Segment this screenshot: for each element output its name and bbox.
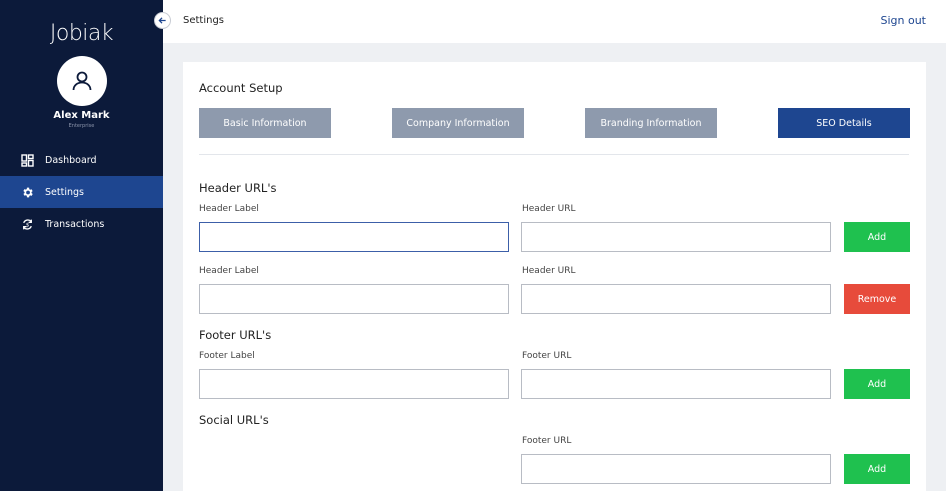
header-url-input[interactable] [521,222,831,252]
user-name: Alex Mark [53,110,110,121]
sidebar-collapse-button[interactable] [154,12,171,29]
header-url-input[interactable] [521,284,831,314]
sidebar-item-transactions[interactable]: $ Transactions [0,208,163,240]
avatar[interactable] [57,56,107,106]
header-label-input[interactable] [199,284,509,314]
app-logo[interactable]: Jobiak [0,21,163,46]
divider [199,154,909,155]
sidebar-item-label: Settings [45,186,84,198]
social-urls-heading: Social URL's [199,413,269,427]
sidebar-item-label: Dashboard [45,154,97,166]
footer-label-caption: Footer Label [199,351,255,361]
sidebar: Jobiak Alex Mark Enterprise Dashboard Se… [0,0,163,491]
topbar: Settings Sign out [163,0,946,43]
remove-header-url-button[interactable]: Remove [844,284,910,314]
user-role: Enterprise [68,123,95,129]
header-url-caption: Header URL [522,266,576,276]
social-url-input[interactable] [521,454,831,484]
header-label-caption: Header Label [199,204,259,214]
header-url-caption: Header URL [522,204,576,214]
arrow-left-icon [158,17,166,24]
footer-url-caption: Footer URL [522,351,572,361]
add-social-url-button[interactable]: Add [844,454,910,484]
transactions-icon: $ [20,217,34,231]
header-label-input[interactable] [199,222,509,252]
sidebar-item-label: Transactions [45,218,105,230]
sidebar-nav: Dashboard Settings $ Transactions [0,144,163,240]
user-icon [72,71,92,91]
dashboard-icon [20,153,34,167]
sidebar-item-dashboard[interactable]: Dashboard [0,144,163,176]
tab-basic-information[interactable]: Basic Information [199,108,331,138]
tab-company-information[interactable]: Company Information [392,108,524,138]
footer-urls-heading: Footer URL's [199,328,272,342]
social-url-caption: Footer URL [522,436,572,446]
sign-out-link[interactable]: Sign out [880,14,926,27]
header-urls-heading: Header URL's [199,181,277,195]
page-title: Settings [183,15,225,26]
tab-seo-details[interactable]: SEO Details [778,108,910,138]
add-header-url-button[interactable]: Add [844,222,910,252]
account-setup-title: Account Setup [199,81,283,95]
sidebar-item-settings[interactable]: Settings [0,176,163,208]
settings-card: Account Setup Basic Information Company … [183,62,926,491]
footer-url-input[interactable] [521,369,831,399]
footer-label-input[interactable] [199,369,509,399]
gear-icon [20,185,34,199]
add-footer-url-button[interactable]: Add [844,369,910,399]
header-label-caption: Header Label [199,266,259,276]
tab-branding-information[interactable]: Branding Information [585,108,717,138]
svg-text:$: $ [25,222,28,228]
